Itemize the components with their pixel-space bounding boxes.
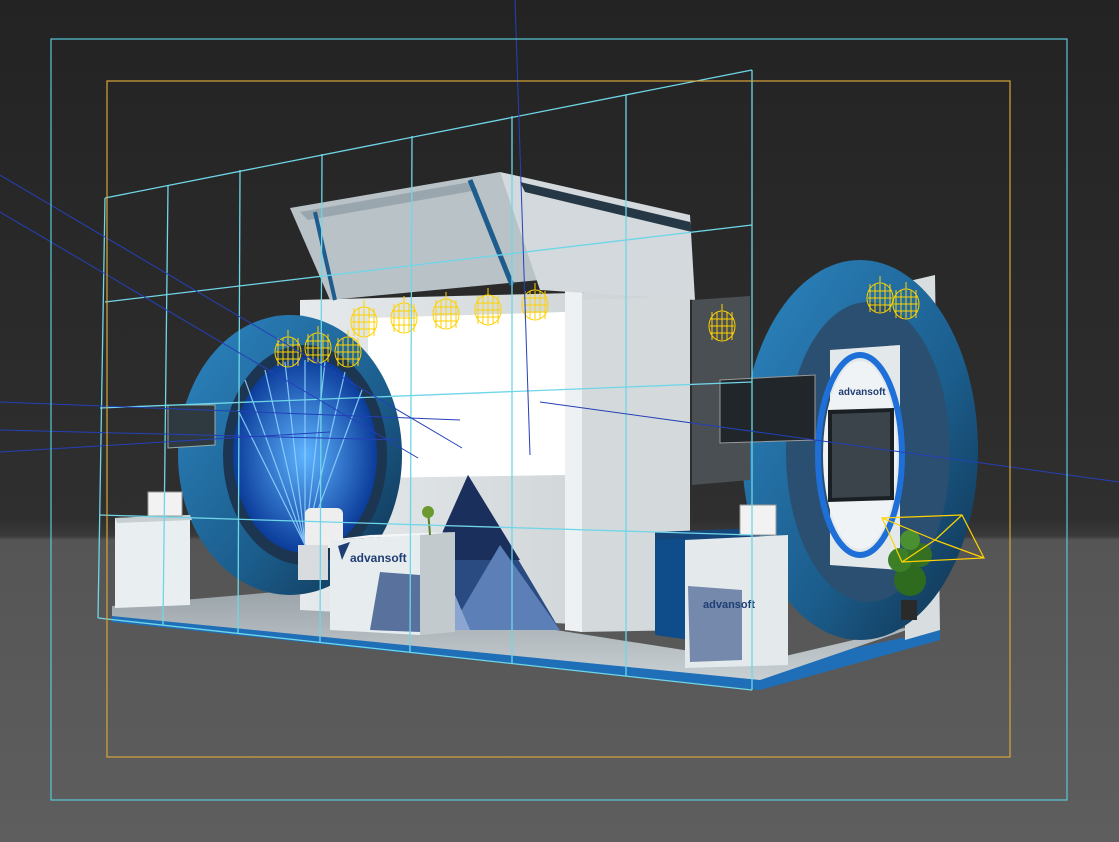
left-kiosk[interactable] [115, 491, 192, 608]
3d-viewport[interactable]: advansoft advansoft advansoft [0, 0, 1119, 842]
desk-logo: advansoft [350, 551, 407, 565]
right-ring-logo: advansoft [838, 387, 886, 398]
counter-logo: advansoft [703, 599, 755, 611]
reception-desk[interactable]: advansoft [330, 532, 455, 635]
exhibition-booth-scene[interactable]: advansoft advansoft advansoft [0, 0, 1119, 842]
overhead-canopy[interactable] [290, 172, 695, 301]
